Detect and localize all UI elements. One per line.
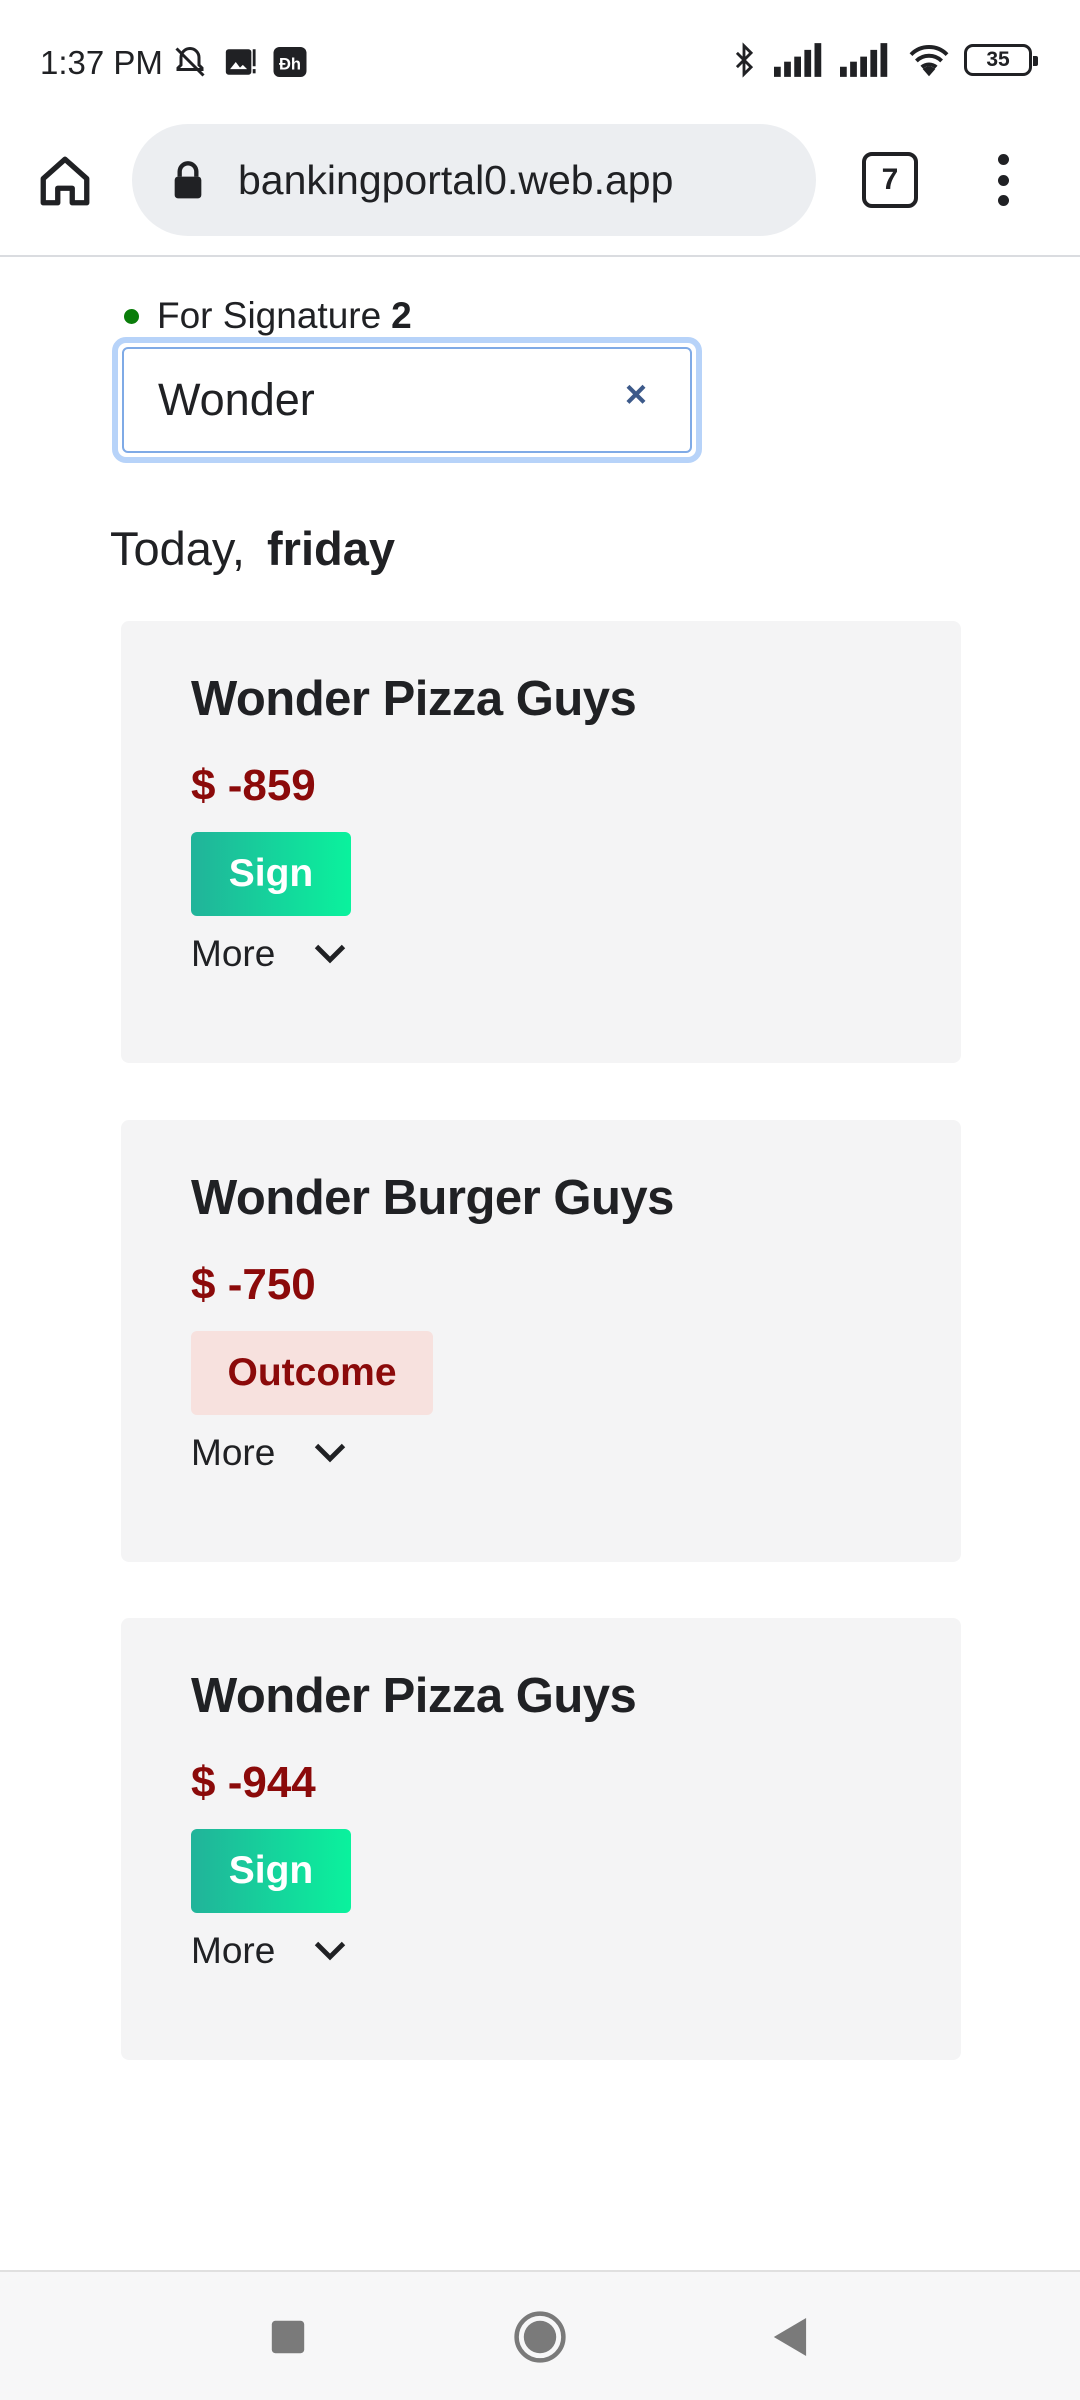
transaction-amount: $ -859 [191, 761, 316, 810]
lock-icon[interactable] [168, 160, 208, 200]
tab-count: 7 [881, 163, 899, 196]
url-text[interactable]: bankingportal0.web.app [238, 157, 673, 204]
status-bar: 1:37 PM Ðh 35 [0, 0, 1080, 122]
battery-level: 35 [986, 48, 1010, 71]
transaction-title: Wonder Pizza Guys [191, 1669, 637, 1723]
transaction-card: Wonder Pizza Guys $ -859 Sign More [121, 621, 961, 1063]
system-nav-bar [0, 2270, 1080, 2400]
legend-outcome-count: 3 [317, 259, 338, 267]
image-icon [222, 44, 258, 80]
home-icon[interactable] [30, 146, 100, 216]
svg-text:Ðh: Ðh [279, 56, 301, 74]
more-toggle[interactable]: More [191, 1930, 349, 1972]
signal-icon [840, 42, 894, 78]
transaction-amount: $ -750 [191, 1260, 316, 1309]
recent-apps-icon[interactable] [253, 2302, 323, 2372]
day-heading-day: friday [267, 522, 395, 575]
chevron-down-icon[interactable] [311, 1434, 349, 1472]
signal-icon [774, 42, 828, 78]
legend-for-signature-label: For Signature [157, 295, 382, 336]
more-vert-icon[interactable] [978, 148, 1028, 212]
status-icons-left: Ðh [172, 44, 308, 80]
search-field: × [112, 337, 702, 463]
search-input[interactable] [158, 374, 588, 426]
legend-for-signature: For Signature 2 [124, 295, 412, 337]
signature-dot-icon [124, 308, 139, 324]
transaction-title: Wonder Pizza Guys [191, 672, 637, 726]
day-heading: Today, friday [110, 521, 395, 576]
chevron-down-icon[interactable] [311, 935, 349, 973]
search-box: × [122, 347, 692, 453]
address-bar[interactable]: bankingportal0.web.app [132, 124, 816, 236]
bluetooth-icon [726, 42, 762, 78]
back-triangle-icon[interactable] [754, 2302, 824, 2372]
tabs-icon[interactable]: 7 [862, 152, 918, 208]
legend-outcome: Outcome 3 [124, 259, 338, 267]
status-time: 1:37 PM [40, 44, 163, 81]
more-label: More [191, 933, 276, 974]
battery-icon: 35 [964, 44, 1038, 76]
transaction-card: Wonder Burger Guys $ -750 Outcome More [121, 1120, 961, 1562]
sign-button[interactable]: Sign [191, 1829, 351, 1913]
wifi-icon [906, 42, 952, 78]
home-circle-icon[interactable] [505, 2302, 575, 2372]
sign-button[interactable]: Sign [191, 832, 351, 916]
transaction-amount: $ -944 [191, 1758, 316, 1807]
browser-toolbar: bankingportal0.web.app 7 [0, 122, 1080, 257]
legend-for-signature-count: 2 [391, 295, 412, 336]
clear-search-button[interactable]: × [616, 374, 656, 416]
legend-outcome-label: Outcome [157, 259, 307, 267]
more-label: More [191, 1930, 276, 1971]
transaction-title: Wonder Burger Guys [191, 1171, 674, 1225]
mute-icon [172, 44, 208, 80]
chevron-down-icon[interactable] [311, 1932, 349, 1970]
page-content: Outcome 3 For Signature 2 × Today, friday… [0, 259, 1080, 2269]
more-toggle[interactable]: More [191, 933, 349, 975]
outcome-badge: Outcome [191, 1331, 433, 1415]
day-heading-prefix: Today, [110, 522, 245, 575]
transaction-card: Wonder Pizza Guys $ -944 Sign More [121, 1618, 961, 2060]
status-icons-right: 35 [726, 42, 1038, 78]
more-toggle[interactable]: More [191, 1432, 349, 1474]
app-icon: Ðh [272, 44, 308, 80]
more-label: More [191, 1432, 276, 1473]
